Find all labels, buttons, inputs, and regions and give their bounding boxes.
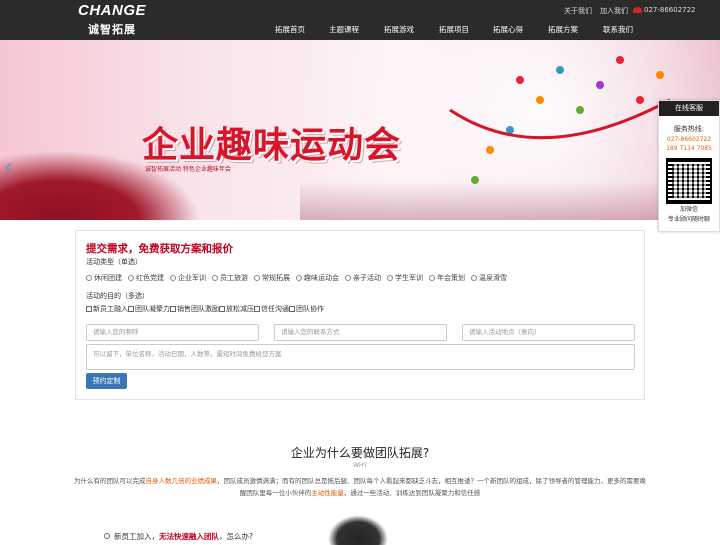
qr-code-icon [666, 158, 712, 204]
checkbox-icon [219, 306, 225, 312]
checkbox-option[interactable]: 信任沟通 [254, 304, 289, 314]
highlight-text: 自身人数几倍的业绩成果 [145, 477, 218, 485]
logo-english: CHANGE [78, 2, 147, 19]
top-links: 关于我们 加入我们 027-86602722 [520, 6, 720, 18]
checkbox-option[interactable]: 销售团队激励 [170, 304, 219, 314]
checkbox-option[interactable]: 团队凝聚力 [128, 304, 170, 314]
link-join[interactable]: 加入我们 [600, 6, 628, 16]
phone-icon [633, 7, 642, 13]
radio-option[interactable]: 温泉滑雪 [471, 273, 507, 283]
radio-option[interactable]: 休闲团建 [86, 273, 122, 283]
site-header: CHANGE 诚智拓展 关于我们 加入我们 027-86602722 拓展首页 … [0, 0, 720, 40]
radio-icon [212, 275, 218, 281]
consultant-note: 专业顾问随时聊 [667, 216, 710, 223]
wechat-note: 加微信 [679, 206, 698, 213]
nav-experience[interactable]: 拓展心得 [493, 24, 523, 35]
radio-icon [128, 275, 134, 281]
nav-games[interactable]: 拓展游戏 [384, 24, 414, 35]
link-about[interactable]: 关于我们 [564, 6, 592, 16]
hero-banner: 企业趣味运动会 诚智拓展活动 特色企业趣味年会 ‹ [0, 40, 720, 220]
logo-chinese: 诚智拓展 [88, 23, 136, 36]
radio-icon [254, 275, 260, 281]
radio-option[interactable]: 员工旅游 [212, 273, 248, 283]
nav-courses[interactable]: 主题课程 [329, 24, 359, 35]
radio-option[interactable]: 趣味运动会 [296, 273, 339, 283]
checkbox-icon [289, 306, 295, 312]
radio-icon [429, 275, 435, 281]
checkbox-option[interactable]: 新员工融入 [86, 304, 128, 314]
circle-icon [104, 533, 110, 539]
radio-option[interactable]: 企业军训 [170, 273, 206, 283]
hotline-phone-1: 027-86602722 [666, 136, 712, 143]
message-textarea[interactable]: 可以留下，单位名称，活动日期，人数等。最短时间免费给您方案 [86, 344, 635, 370]
purpose-options: 新员工融入 团队凝聚力 销售团队激励 放松减压 信任沟通 团队协作 [86, 304, 324, 314]
radio-icon [345, 275, 351, 281]
form-title: 提交需求，免费获取方案和报价 [86, 243, 233, 255]
section-paragraph: 为什么有的团队可以完成自身人数几倍的业绩成果，团队成员激情满满；而有的团队总是拖… [74, 477, 646, 497]
banner-title: 企业趣味运动会 [142, 124, 402, 166]
nav-plans[interactable]: 拓展方案 [548, 24, 578, 35]
radio-option[interactable]: 年会策划 [429, 273, 465, 283]
nav-home[interactable]: 拓展首页 [275, 24, 305, 35]
highlight-text: 主动性能量 [311, 489, 344, 497]
section-title: 企业为什么要做团队拓展? [290, 446, 430, 460]
radio-option[interactable]: 红色党建 [128, 273, 164, 283]
name-input[interactable]: 请输入您的称呼 [86, 324, 259, 341]
hotline-label: 服务热线: [673, 125, 705, 133]
checkbox-icon [170, 306, 176, 312]
person-photo [328, 515, 388, 545]
checkbox-icon [128, 306, 134, 312]
radio-icon [170, 275, 176, 281]
radio-icon [471, 275, 477, 281]
radio-icon [296, 275, 302, 281]
service-header[interactable]: 在线客服 [659, 101, 719, 116]
radio-icon [86, 275, 92, 281]
chevron-left-icon[interactable]: ‹ [4, 157, 13, 179]
checkbox-option[interactable]: 放松减压 [219, 304, 254, 314]
online-service-widget: 在线客服 服务热线: 027-86602722 189 7114 7085 加微… [658, 100, 720, 232]
radio-icon [387, 275, 393, 281]
hotline-phone-2: 189 7114 7085 [666, 145, 712, 152]
phone-number: 027-86602722 [633, 6, 696, 14]
submit-button[interactable]: 预约定制 [86, 373, 127, 389]
activity-type-label: 活动类型（单选） [86, 258, 142, 266]
quote-form: 提交需求，免费获取方案和报价 活动类型（单选） 休闲团建 红色党建 企业军训 员工旅游… [75, 230, 645, 400]
radio-option[interactable]: 学生军训 [387, 273, 423, 283]
checkbox-icon [254, 306, 260, 312]
radio-option[interactable]: 亲子活动 [345, 273, 381, 283]
section-subtitle: WHY [352, 462, 368, 469]
nav-contact[interactable]: 联系我们 [603, 24, 633, 35]
banner-subtitle: 诚智拓展活动 特色企业趣味年会 [145, 166, 231, 173]
checkbox-icon [86, 306, 92, 312]
radio-option[interactable]: 常规拓展 [254, 273, 290, 283]
purpose-label: 活动的目的（多选） [86, 292, 149, 300]
contact-input[interactable]: 请输入您的联系方式 [274, 324, 447, 341]
checkbox-option[interactable]: 团队协作 [289, 304, 324, 314]
location-input[interactable]: 请输入活动地点（意向） [462, 324, 635, 341]
question-item: 新员工加入，无法快速融入团队，怎么办? [104, 531, 253, 542]
site-logo[interactable]: CHANGE 诚智拓展 [78, 2, 148, 38]
nav-projects[interactable]: 拓展项目 [439, 24, 469, 35]
activity-type-options: 休闲团建 红色党建 企业军训 员工旅游 常规拓展 趣味运动会 亲子活动 学生军训 年会策划 温泉滑… [86, 273, 513, 283]
